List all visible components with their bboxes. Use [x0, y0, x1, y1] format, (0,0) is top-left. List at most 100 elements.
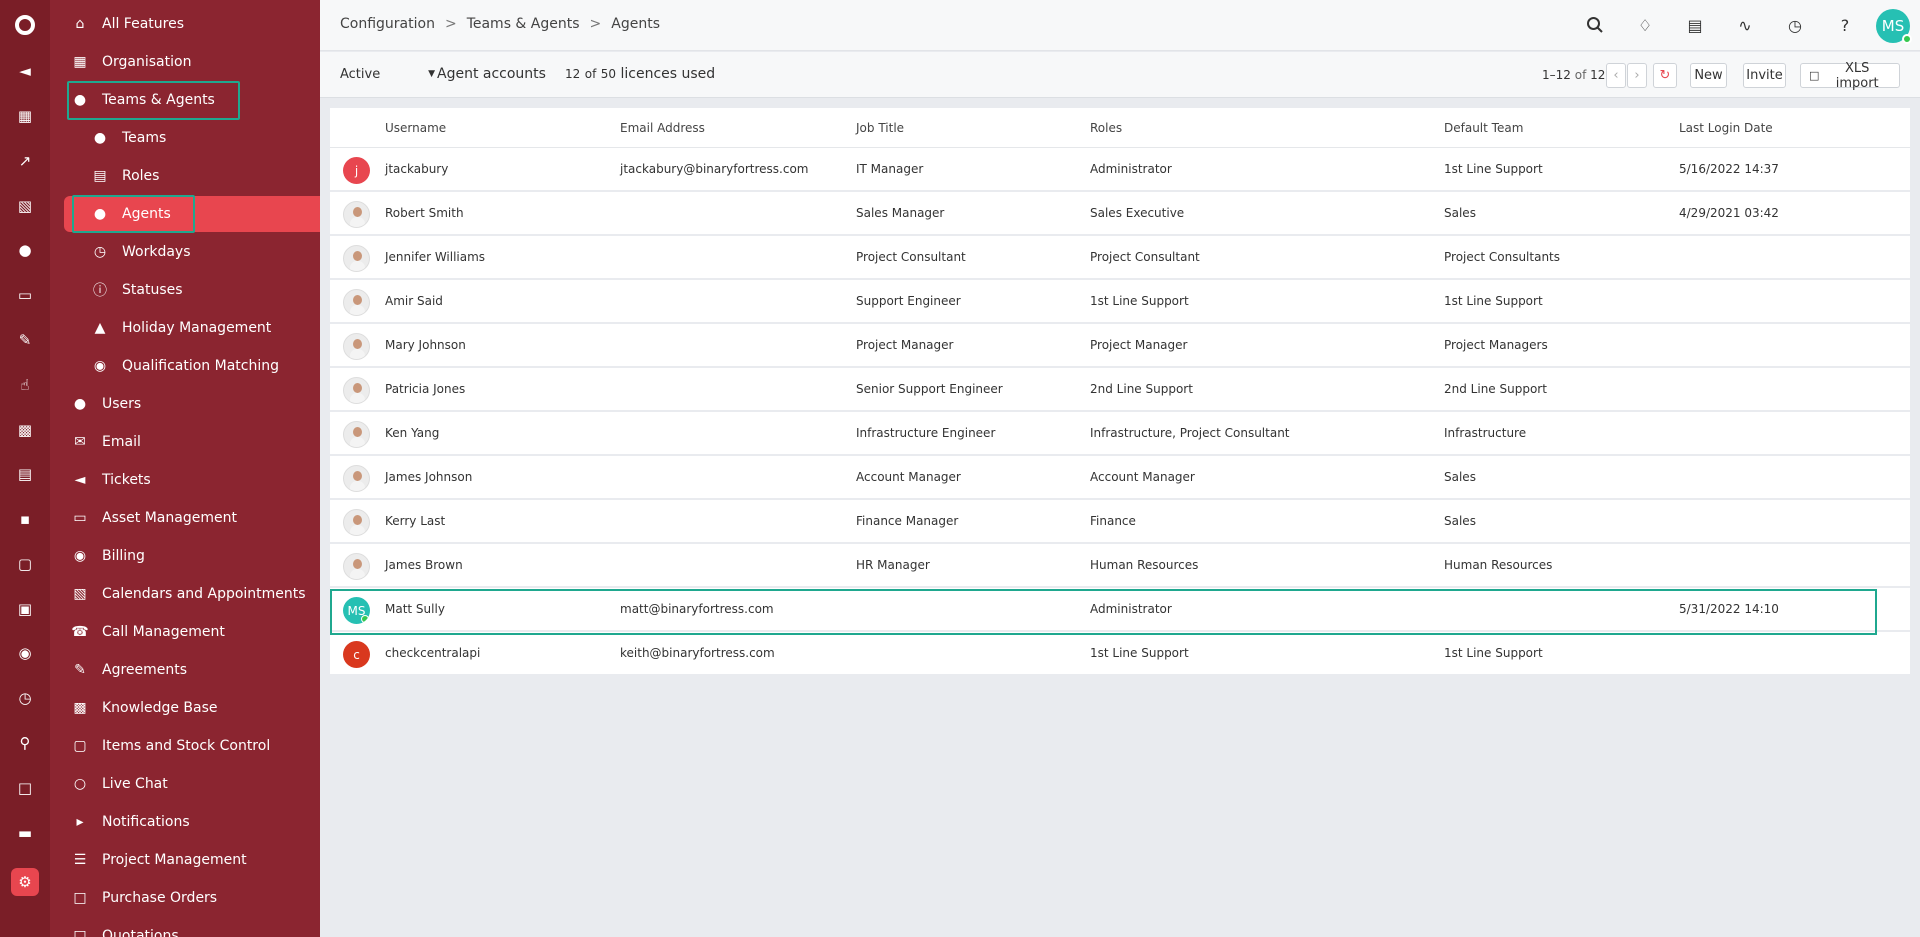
pager-range: 1–12 — [1542, 68, 1571, 82]
laptop-icon[interactable]: ▭ — [13, 283, 37, 307]
table-row[interactable]: Kerry Last Finance Manager Finance Sales — [330, 500, 1910, 544]
nav-item-call-management[interactable]: ☎ Call Management — [70, 618, 225, 646]
breadcrumb: Configuration > Teams & Agents > Agents — [340, 16, 660, 32]
cell-username[interactable]: Mary Johnson — [385, 338, 466, 352]
ticket-icon[interactable]: ◄ — [13, 59, 37, 83]
nav-item-asset-management[interactable]: ▭ Asset Management — [70, 504, 237, 532]
nav-item-tickets[interactable]: ◄ Tickets — [70, 466, 151, 494]
user-icon: ● — [73, 396, 87, 412]
cell-username[interactable]: James Johnson — [385, 470, 472, 484]
calendar-icon[interactable]: ▧ — [13, 194, 37, 218]
prev-page-button[interactable]: ‹ — [1606, 63, 1626, 88]
nav-item-billing[interactable]: ◉ Billing — [70, 542, 145, 570]
cell-username[interactable]: Jennifer Williams — [385, 250, 485, 264]
truck-icon[interactable]: ▪ — [13, 507, 37, 531]
nav-item-users[interactable]: ● Users — [70, 390, 141, 418]
breadcrumb-configuration[interactable]: Configuration — [340, 16, 435, 32]
nav-item-teams[interactable]: ● Teams — [90, 124, 166, 152]
cubes-icon[interactable]: ▩ — [13, 418, 37, 442]
table-row[interactable]: Patricia Jones Senior Support Engineer 2nd… — [330, 368, 1910, 412]
table-row[interactable]: James Brown HR Manager Human Resources Huma… — [330, 544, 1910, 588]
nav-item-all-features[interactable]: ⌂ All Features — [70, 10, 184, 38]
table-row[interactable]: j jtackabury jtackabury@binaryfortress.com… — [330, 148, 1910, 192]
nav-item-quotations[interactable]: □ Quotations — [70, 922, 178, 937]
table-row[interactable]: Mary Johnson Project Manager Project Manag… — [330, 324, 1910, 368]
monitor-icon[interactable]: ▬ — [13, 821, 37, 845]
nav-item-knowledge-base[interactable]: ▩ Knowledge Base — [70, 694, 217, 722]
cell-job-title: Account Manager — [856, 470, 961, 484]
nav-item-calendars[interactable]: ▧ Calendars and Appointments — [70, 580, 305, 608]
cell-username[interactable]: checkcentralapi — [385, 646, 480, 660]
nav-item-workdays[interactable]: ◷ Workdays — [90, 238, 191, 266]
money-bag-icon[interactable]: ◉ — [13, 641, 37, 665]
rss-icon[interactable]: ∿ — [1734, 14, 1756, 36]
new-button[interactable]: New — [1690, 63, 1727, 88]
column-header-username[interactable]: Username — [385, 121, 446, 135]
licence-usage: 12 of 50 licences used — [565, 66, 715, 82]
book-icon[interactable]: ▤ — [13, 462, 37, 486]
clipboard-icon[interactable]: ▤ — [1684, 14, 1706, 36]
column-header-job-title[interactable]: Job Title — [856, 121, 904, 135]
edit-icon[interactable]: ✎ — [13, 328, 37, 352]
cell-username[interactable]: Ken Yang — [385, 426, 439, 440]
column-header-roles[interactable]: Roles — [1090, 121, 1122, 135]
cell-username[interactable]: jtackabury — [385, 162, 448, 176]
nav-label: Roles — [122, 168, 160, 184]
cell-username[interactable]: Kerry Last — [385, 514, 445, 528]
cell-last-login: 4/29/2021 03:42 — [1679, 206, 1779, 220]
column-header-last-login[interactable]: Last Login Date — [1679, 121, 1773, 135]
table-row[interactable]: Jennifer Williams Project Consultant Proje… — [330, 236, 1910, 280]
search-icon[interactable] — [1584, 14, 1606, 36]
user-icon[interactable]: ● — [13, 238, 37, 262]
clock-icon[interactable]: ◷ — [1784, 14, 1806, 36]
status-filter-select[interactable]: Active ▼ — [340, 67, 435, 82]
table-row[interactable]: c checkcentralapi keith@binaryfortress.com… — [330, 632, 1910, 676]
nav-item-statuses[interactable]: ⓘ Statuses — [90, 276, 183, 304]
breadcrumb-teams-agents[interactable]: Teams & Agents — [467, 16, 580, 32]
nav-item-live-chat[interactable]: ○ Live Chat — [70, 770, 168, 798]
search-icon[interactable]: ⚲ — [13, 731, 37, 755]
xls-import-button[interactable]: □ XLS import — [1800, 61, 1900, 91]
table-row[interactable]: Ken Yang Infrastructure Engineer Infrastru… — [330, 412, 1910, 456]
nav-item-qualification-matching[interactable]: ◉ Qualification Matching — [90, 352, 279, 380]
table-row[interactable]: James Johnson Account Manager Account Mana… — [330, 456, 1910, 500]
help-icon[interactable]: ? — [1834, 14, 1856, 36]
next-page-button[interactable]: › — [1627, 63, 1647, 88]
cell-username[interactable]: James Brown — [385, 558, 463, 572]
cell-default-team: Project Consultants — [1444, 250, 1561, 264]
avatar-photo — [343, 553, 370, 580]
nav-item-organisation[interactable]: ▦ Organisation — [70, 48, 191, 76]
nav-label: Qualification Matching — [122, 358, 279, 374]
document-icon[interactable]: □ — [13, 776, 37, 800]
settings-cog-icon[interactable]: ⚙ — [11, 868, 39, 896]
chevron-right-icon: › — [1634, 68, 1640, 83]
invite-button[interactable]: Invite — [1743, 63, 1786, 88]
nav-item-notifications[interactable]: ▸ Notifications — [70, 808, 190, 836]
refresh-button[interactable]: ↻ — [1653, 63, 1677, 88]
nav-item-items-stock[interactable]: ▢ Items and Stock Control — [70, 732, 270, 760]
nav-item-project-management[interactable]: ☰ Project Management — [70, 846, 247, 874]
bell-icon[interactable]: ♢ — [1634, 14, 1656, 36]
table-row[interactable]: Amir Said Support Engineer 1st Line Suppor… — [330, 280, 1910, 324]
cell-username[interactable]: Robert Smith — [385, 206, 464, 220]
column-header-default-team[interactable]: Default Team — [1444, 121, 1523, 135]
nav-item-purchase-orders[interactable]: □ Purchase Orders — [70, 884, 217, 912]
clock-icon[interactable]: ◷ — [13, 686, 37, 710]
cell-username[interactable]: Patricia Jones — [385, 382, 465, 396]
user-avatar[interactable]: MS — [1876, 9, 1912, 44]
circle-logo-icon[interactable] — [13, 13, 37, 37]
nav-item-email[interactable]: ✉ Email — [70, 428, 141, 456]
document-gear-icon[interactable]: ▣ — [13, 597, 37, 621]
cell-username[interactable]: Amir Said — [385, 294, 443, 308]
org-chart-icon[interactable]: ▦ — [13, 104, 37, 128]
nav-item-agreements[interactable]: ✎ Agreements — [70, 656, 187, 684]
column-header-email[interactable]: Email Address — [620, 121, 705, 135]
box-icon[interactable]: ▢ — [13, 552, 37, 576]
nav-label: Notifications — [102, 814, 190, 830]
pager-info: 1–12 of 12 — [1542, 68, 1605, 82]
thumbs-up-icon[interactable]: ☝ — [13, 373, 37, 397]
nav-item-holiday-management[interactable]: ▲ Holiday Management — [90, 314, 272, 342]
chart-icon[interactable]: ↗ — [13, 149, 37, 173]
table-row[interactable]: Robert Smith Sales Manager Sales Executive… — [330, 192, 1910, 236]
nav-item-roles[interactable]: ▤ Roles — [90, 162, 159, 190]
